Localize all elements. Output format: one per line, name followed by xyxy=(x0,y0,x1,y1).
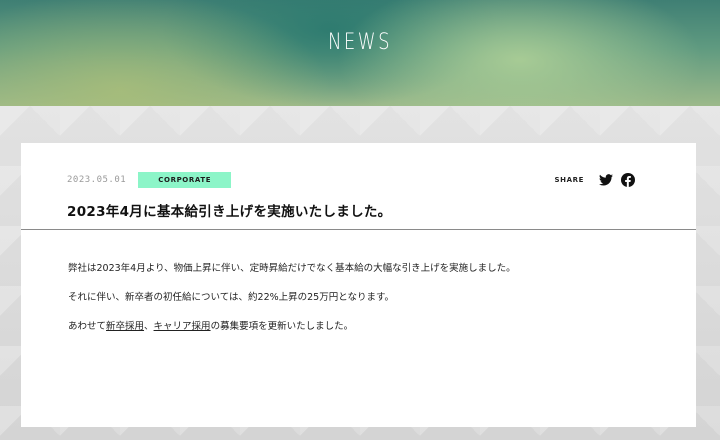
hero-banner: NEWS xyxy=(0,0,720,106)
twitter-icon[interactable] xyxy=(598,172,614,188)
paragraph: 弊社は2023年4月より、物価上昇に伴い、定時昇給だけでなく基本給の大幅な引き上… xyxy=(68,263,516,274)
paragraph-recruit: あわせて新卒採用、キャリア採用の募集要項を更新いたしました。 xyxy=(68,320,516,334)
article-date: 2023.05.01 xyxy=(67,175,127,185)
career-recruit-link[interactable]: キャリア採用 xyxy=(154,321,211,332)
article-meta: 2023.05.01 CORPORATE xyxy=(67,172,232,188)
article-card: 2023.05.01 CORPORATE SHARE 2023年4月に基本給引き… xyxy=(21,143,696,427)
divider xyxy=(21,229,696,230)
recruit-prefix: あわせて xyxy=(68,321,107,332)
new-grad-recruit-link[interactable]: 新卒採用 xyxy=(106,321,144,332)
article-body: 弊社は2023年4月より、物価上昇に伴い、定時昇給だけでなく基本給の大幅な引き上… xyxy=(68,262,516,349)
facebook-icon[interactable] xyxy=(620,172,636,188)
share-label: SHARE xyxy=(554,176,584,184)
separator: 、 xyxy=(144,321,154,332)
page-title: NEWS xyxy=(327,30,393,55)
paragraph: それに伴い、新卒者の初任給については、約22%上昇の25万円となります。 xyxy=(68,292,394,303)
category-badge[interactable]: CORPORATE xyxy=(138,172,232,188)
recruit-suffix: の募集要項を更新いたしました。 xyxy=(210,321,354,332)
share-bar: SHARE xyxy=(555,171,637,189)
article-title: 2023年4月に基本給引き上げを実施いたしました。 xyxy=(67,204,392,220)
